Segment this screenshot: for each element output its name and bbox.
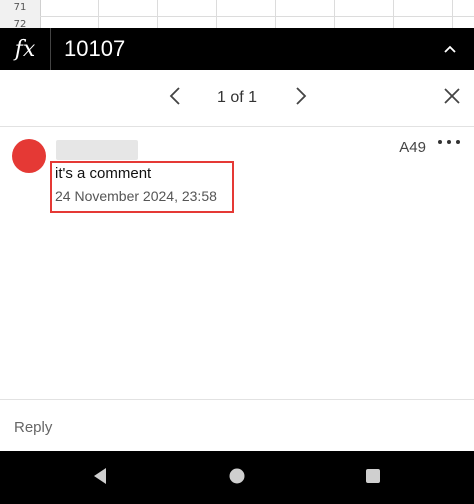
chevron-left-icon (169, 86, 181, 111)
avatar (12, 139, 46, 173)
close-button[interactable] (438, 84, 466, 112)
formula-bar: fx 10107 (0, 28, 474, 70)
reply-area (0, 399, 474, 452)
comment-navigation: 1 of 1 (0, 70, 474, 127)
chevron-up-icon[interactable] (440, 28, 460, 70)
back-button[interactable] (86, 464, 114, 492)
row-header: 71 72 (0, 0, 41, 28)
formula-value[interactable]: 10107 (64, 28, 125, 70)
reply-input[interactable] (12, 410, 456, 444)
next-comment-button[interactable] (287, 84, 315, 112)
chevron-right-icon (295, 86, 307, 111)
row-number: 71 (13, 2, 27, 13)
comment-date: 24 November 2024, 23:58 (55, 188, 217, 204)
spreadsheet-grid: 71 72 (0, 0, 474, 28)
system-navigation-bar (0, 451, 474, 504)
back-triangle-icon (92, 467, 108, 490)
recents-button[interactable] (359, 464, 387, 492)
comment-card: A49 it's a comment 24 November 2024, 23:… (0, 127, 474, 399)
previous-comment-button[interactable] (161, 84, 189, 112)
comment-text: it's a comment (55, 165, 152, 182)
author-name-redacted (56, 140, 138, 160)
fx-icon[interactable]: fx (0, 28, 51, 70)
recents-square-icon (365, 468, 381, 489)
close-icon (443, 87, 461, 110)
row-number: 72 (13, 19, 27, 28)
home-button[interactable] (223, 464, 251, 492)
cell-reference[interactable]: A49 (399, 139, 426, 156)
more-options-icon[interactable] (438, 135, 460, 149)
page-indicator: 1 of 1 (216, 89, 258, 106)
home-circle-icon (228, 467, 246, 490)
